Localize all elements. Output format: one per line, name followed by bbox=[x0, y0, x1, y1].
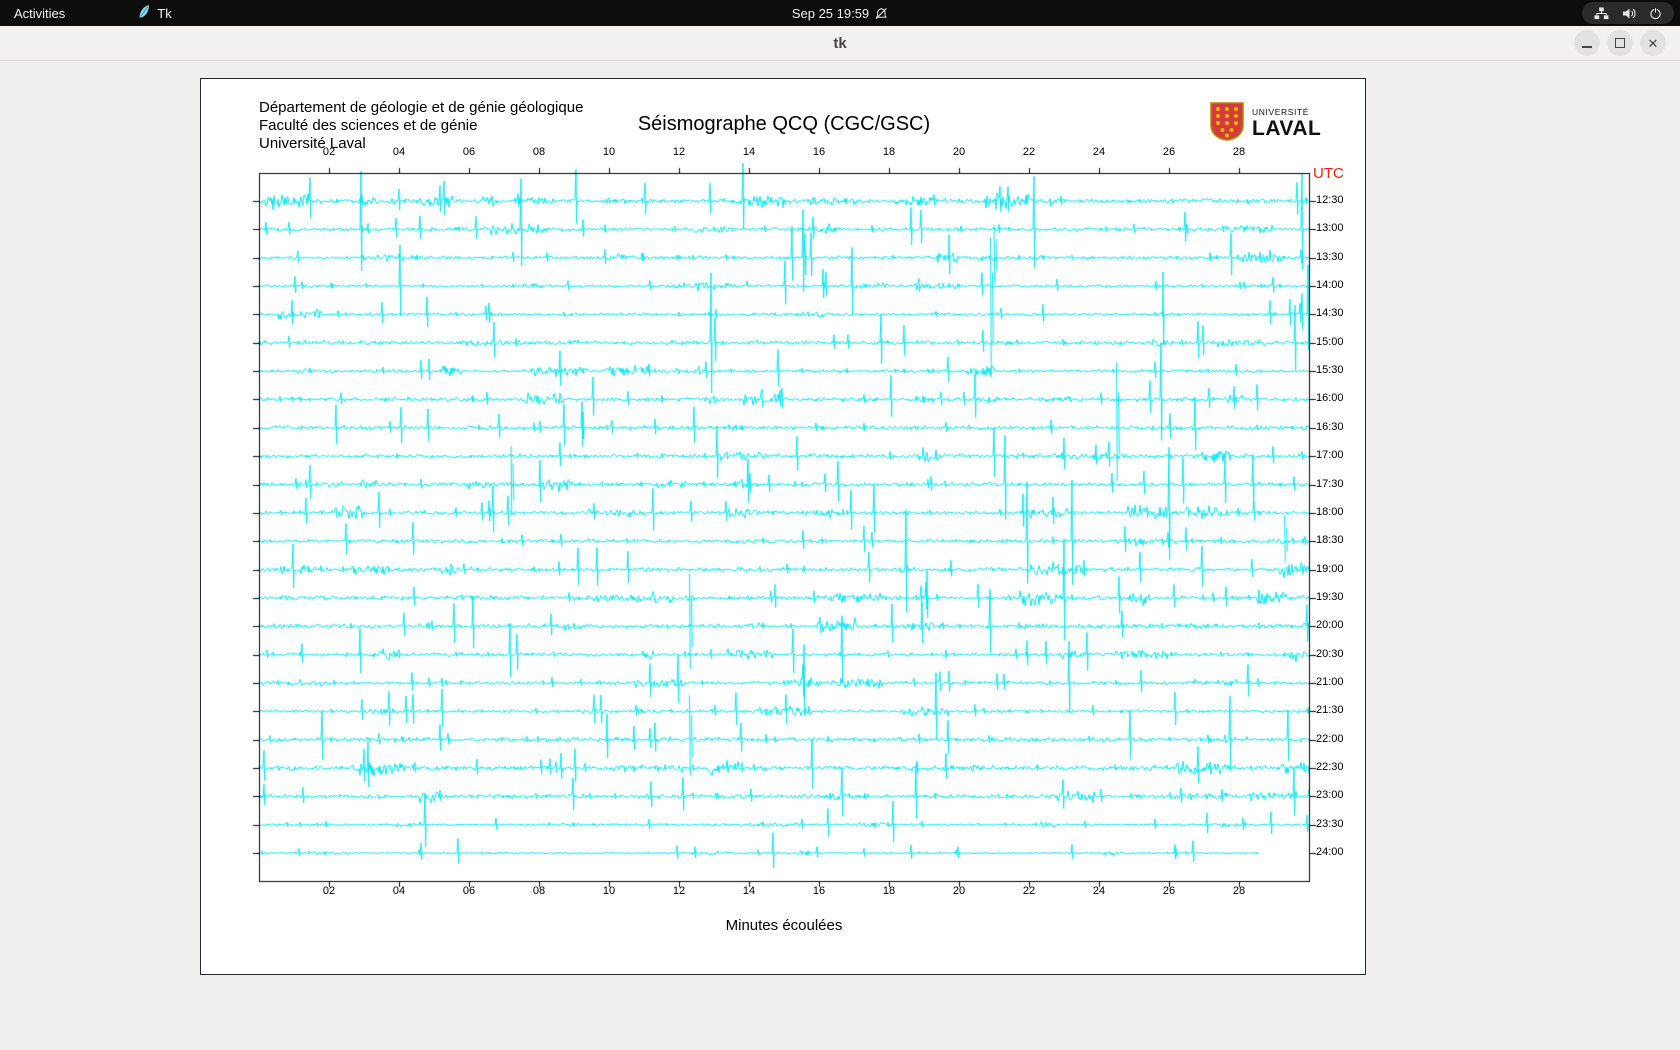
x-tick-label: 18 bbox=[882, 146, 896, 158]
utc-time-label: 14:30 bbox=[1316, 307, 1344, 320]
x-tick-label: 16 bbox=[812, 146, 826, 158]
focused-app-label: Tk bbox=[157, 5, 172, 21]
laval-shield-icon bbox=[1209, 101, 1245, 146]
activities-button[interactable]: Activities bbox=[2, 0, 77, 26]
maximize-button[interactable] bbox=[1607, 30, 1633, 56]
notifications-muted-icon bbox=[875, 7, 888, 20]
window-title: tk bbox=[833, 34, 847, 52]
utc-time-label: 15:30 bbox=[1316, 364, 1344, 377]
logo-text-bottom: LAVAL bbox=[1252, 117, 1322, 141]
power-icon bbox=[1649, 7, 1662, 20]
x-tick-label: 04 bbox=[392, 885, 406, 897]
utc-time-label: 24:00 bbox=[1316, 846, 1344, 859]
utc-time-label: 20:30 bbox=[1316, 647, 1344, 660]
utc-time-label: 17:00 bbox=[1316, 449, 1344, 462]
x-tick-label: 22 bbox=[1022, 885, 1036, 897]
utc-time-label: 15:00 bbox=[1316, 335, 1344, 348]
utc-time-label: 23:30 bbox=[1316, 817, 1344, 830]
clock-label: Sep 25 19:59 bbox=[791, 5, 870, 21]
x-axis-title: Minutes écoulées bbox=[725, 917, 843, 934]
plot-title: Séismographe QCQ (CGC/GSC) bbox=[637, 113, 931, 135]
desktop: Activities Tk Sep 25 19:59 tk ✕ Départem… bbox=[0, 0, 1680, 1050]
x-tick-label: 18 bbox=[882, 885, 896, 897]
x-tick-label: 20 bbox=[952, 146, 966, 158]
close-button[interactable]: ✕ bbox=[1640, 30, 1666, 56]
minimize-button[interactable] bbox=[1574, 30, 1600, 56]
seismograph-panel: Département de géologie et de génie géol… bbox=[200, 78, 1366, 975]
minimize-icon bbox=[1582, 45, 1592, 48]
utc-time-label: 19:00 bbox=[1316, 562, 1344, 575]
x-tick-label: 12 bbox=[672, 146, 686, 158]
window-content: Département de géologie et de génie géol… bbox=[0, 61, 1680, 1050]
x-tick-label: 24 bbox=[1092, 885, 1106, 897]
x-tick-label: 26 bbox=[1162, 146, 1176, 158]
utc-time-label: 13:30 bbox=[1316, 250, 1344, 263]
utc-time-label: 22:00 bbox=[1316, 732, 1344, 745]
utc-time-label: 14:00 bbox=[1316, 279, 1344, 292]
x-tick-label: 28 bbox=[1232, 885, 1246, 897]
system-tray[interactable] bbox=[1582, 2, 1674, 24]
top-bar: Activities Tk Sep 25 19:59 bbox=[0, 0, 1680, 26]
x-tick-label: 20 bbox=[952, 885, 966, 897]
utc-time-label: 16:00 bbox=[1316, 392, 1344, 405]
x-tick-label: 24 bbox=[1092, 146, 1106, 158]
tk-app-icon bbox=[137, 4, 151, 22]
logo-text-top: UNIVERSITÉ bbox=[1252, 106, 1310, 117]
x-tick-label: 26 bbox=[1162, 885, 1176, 897]
utc-time-label: 16:30 bbox=[1316, 420, 1344, 433]
utc-time-label: 23:00 bbox=[1316, 789, 1344, 802]
x-tick-label: 06 bbox=[462, 146, 476, 158]
utc-time-label: 19:30 bbox=[1316, 590, 1344, 603]
x-tick-label: 28 bbox=[1232, 146, 1246, 158]
window-titlebar[interactable]: tk ✕ bbox=[0, 26, 1680, 61]
helicorder-canvas bbox=[239, 163, 1329, 895]
x-tick-label: 02 bbox=[322, 146, 336, 158]
maximize-icon bbox=[1615, 38, 1625, 48]
close-icon: ✕ bbox=[1647, 35, 1659, 51]
utc-time-label: 22:30 bbox=[1316, 761, 1344, 773]
x-tick-label: 04 bbox=[392, 146, 406, 158]
x-tick-label: 14 bbox=[742, 885, 756, 897]
x-tick-label: 16 bbox=[812, 885, 826, 897]
utc-time-label: 20:00 bbox=[1316, 619, 1344, 632]
clock-button[interactable]: Sep 25 19:59 bbox=[780, 0, 900, 26]
utc-time-label: 21:00 bbox=[1316, 675, 1344, 688]
network-icon bbox=[1594, 6, 1609, 20]
utc-time-label: 18:30 bbox=[1316, 534, 1344, 547]
utc-time-label: 17:30 bbox=[1316, 477, 1344, 490]
x-tick-label: 08 bbox=[532, 146, 546, 158]
utc-time-label: 12:30 bbox=[1316, 194, 1344, 206]
focused-app-indicator[interactable]: Tk bbox=[125, 0, 183, 26]
utc-time-label: 13:00 bbox=[1316, 222, 1344, 235]
x-tick-label: 06 bbox=[462, 885, 476, 897]
volume-icon bbox=[1622, 7, 1636, 20]
utc-time-label: 21:30 bbox=[1316, 704, 1344, 717]
x-tick-label: 22 bbox=[1022, 146, 1036, 158]
x-tick-label: 10 bbox=[602, 146, 616, 158]
x-tick-label: 08 bbox=[532, 885, 546, 897]
x-tick-label: 12 bbox=[672, 885, 686, 897]
x-tick-label: 14 bbox=[742, 146, 756, 158]
utc-time-label: 18:00 bbox=[1316, 505, 1344, 518]
universite-laval-logo: UNIVERSITÉ LAVAL bbox=[1209, 101, 1321, 146]
x-tick-label: 02 bbox=[322, 885, 336, 897]
x-tick-label: 10 bbox=[602, 885, 616, 897]
